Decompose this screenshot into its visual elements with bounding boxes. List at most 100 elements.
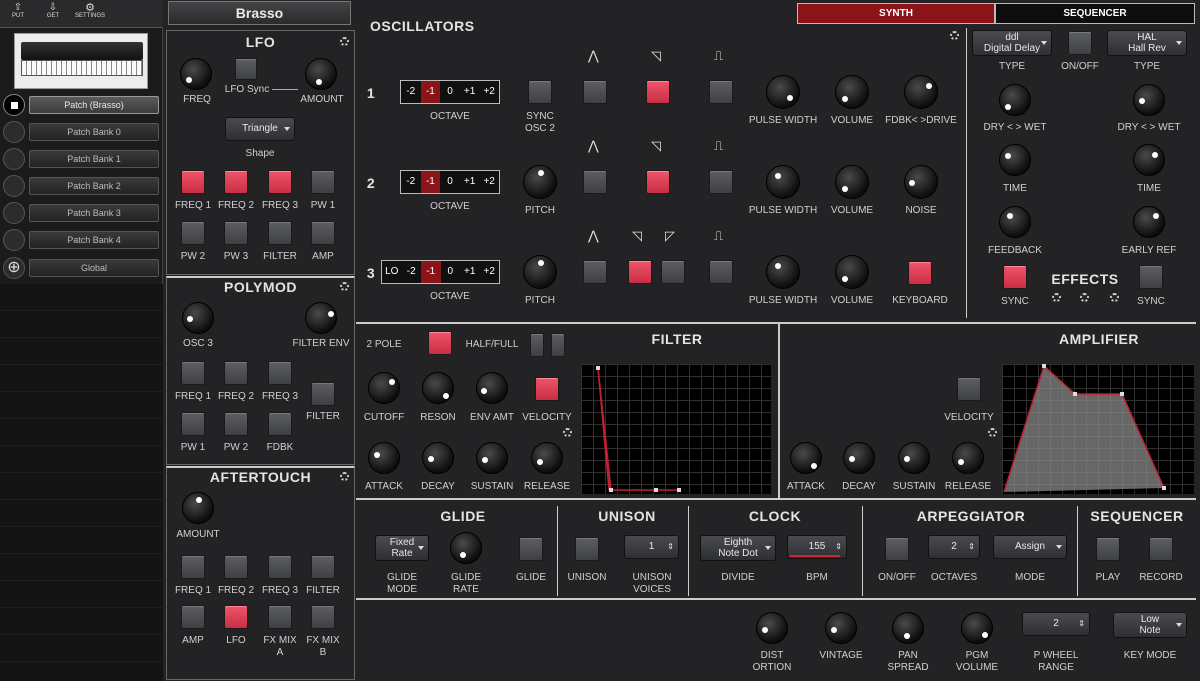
- osc2-triangle-button[interactable]: [583, 170, 607, 194]
- polymod-osc3-knob[interactable]: [182, 302, 214, 334]
- polymod-pw1-button[interactable]: [181, 412, 205, 436]
- glide-mode-select[interactable]: Fixed Rate: [375, 535, 429, 561]
- octave-option[interactable]: -1: [420, 171, 441, 193]
- fx-b-earlyref-knob[interactable]: [1133, 206, 1165, 238]
- seq-record-button[interactable]: [1149, 537, 1173, 561]
- amp-release-knob[interactable]: [952, 442, 984, 474]
- put-button[interactable]: ⇧ PUT: [8, 3, 28, 20]
- sidebar-item-bank1[interactable]: Patch Bank 1: [0, 146, 163, 172]
- octave-option[interactable]: +1: [460, 261, 480, 283]
- filter-half-button[interactable]: [530, 333, 544, 357]
- lfo-pw2-button[interactable]: [181, 221, 205, 245]
- filter-release-knob[interactable]: [531, 442, 563, 474]
- clock-divide-select[interactable]: Eighth Note Dot: [700, 535, 776, 561]
- pgm-volume-knob[interactable]: [961, 612, 993, 644]
- gear-icon[interactable]: [1080, 293, 1089, 302]
- lfo-pw1-button[interactable]: [311, 170, 335, 194]
- fx-b-time-knob[interactable]: [1133, 144, 1165, 176]
- pwheel-range-stepper[interactable]: 2 ⇕: [1022, 612, 1090, 636]
- lfo-amp-button[interactable]: [311, 221, 335, 245]
- pan-spread-knob[interactable]: [892, 612, 924, 644]
- polymod-fdbk-button[interactable]: [268, 412, 292, 436]
- gear-icon[interactable]: [563, 428, 572, 437]
- arp-onoff-button[interactable]: [885, 537, 909, 561]
- clock-bpm-field[interactable]: 155 ⇕: [787, 535, 847, 559]
- octave-option[interactable]: +1: [460, 171, 480, 193]
- octave-option[interactable]: 0: [440, 171, 460, 193]
- aftertouch-freq2-button[interactable]: [224, 555, 248, 579]
- fx-onoff-button[interactable]: [1068, 31, 1092, 55]
- sidebar-item-patch[interactable]: Patch (Brasso): [0, 92, 163, 118]
- lfo-shape-select[interactable]: Triangle: [225, 117, 295, 141]
- osc2-noise-knob[interactable]: [904, 165, 938, 199]
- osc3-pulse-button[interactable]: [709, 260, 733, 284]
- aftertouch-freq1-button[interactable]: [181, 555, 205, 579]
- amp-attack-knob[interactable]: [790, 442, 822, 474]
- lfo-sync-button[interactable]: [235, 58, 257, 80]
- gear-icon[interactable]: [340, 282, 349, 291]
- osc3-pitch-knob[interactable]: [523, 255, 557, 289]
- octave-option[interactable]: 0: [441, 261, 461, 283]
- octave-option[interactable]: +2: [479, 171, 499, 193]
- fx-a-drywet-knob[interactable]: [999, 84, 1031, 116]
- vintage-knob[interactable]: [825, 612, 857, 644]
- filter-sustain-knob[interactable]: [476, 442, 508, 474]
- fx-a-type-select[interactable]: ddl Digital Delay: [972, 30, 1052, 56]
- unison-voices-stepper[interactable]: 1 ⇕: [624, 535, 679, 559]
- aftertouch-fxmixa-button[interactable]: [268, 605, 292, 629]
- octave-option[interactable]: -2: [402, 261, 422, 283]
- osc1-pulse-button[interactable]: [709, 80, 733, 104]
- sidebar-item-bank2[interactable]: Patch Bank 2: [0, 173, 163, 199]
- gear-icon[interactable]: [1052, 293, 1061, 302]
- octave-option[interactable]: -2: [401, 171, 421, 193]
- octave-option[interactable]: LO: [382, 261, 402, 283]
- octave-option[interactable]: +2: [480, 261, 500, 283]
- aftertouch-amount-knob[interactable]: [182, 492, 214, 524]
- lfo-freq1-button[interactable]: [181, 170, 205, 194]
- lfo-amount-knob[interactable]: [305, 58, 337, 90]
- aftertouch-lfo-button[interactable]: [224, 605, 248, 629]
- amp-velocity-button[interactable]: [957, 377, 981, 401]
- osc3-saw-button[interactable]: [628, 260, 652, 284]
- get-button[interactable]: ⇩ GET: [42, 3, 64, 20]
- aftertouch-freq3-button[interactable]: [268, 555, 292, 579]
- arp-mode-select[interactable]: Assign: [993, 535, 1067, 559]
- aftertouch-amp-button[interactable]: [181, 605, 205, 629]
- osc3-reverse-saw-button[interactable]: [661, 260, 685, 284]
- fx-b-type-select[interactable]: HAL Hall Rev: [1107, 30, 1187, 56]
- amp-decay-knob[interactable]: [843, 442, 875, 474]
- octave-option[interactable]: +1: [460, 81, 480, 103]
- osc3-keyboard-button[interactable]: [908, 261, 932, 285]
- fx-b-sync-button[interactable]: [1139, 265, 1163, 289]
- polymod-freq2-button[interactable]: [224, 361, 248, 385]
- filter-2pole-button[interactable]: [428, 331, 452, 355]
- osc1-pulsewidth-knob[interactable]: [766, 75, 800, 109]
- tab-synth[interactable]: SYNTH: [797, 3, 995, 24]
- amp-envelope-graph[interactable]: [1002, 364, 1194, 494]
- filter-velocity-button[interactable]: [535, 377, 559, 401]
- polymod-filterenv-knob[interactable]: [305, 302, 337, 334]
- gear-icon[interactable]: [1110, 293, 1119, 302]
- arp-octaves-stepper[interactable]: 2 ⇕: [928, 535, 980, 559]
- fx-a-feedback-knob[interactable]: [999, 206, 1031, 238]
- aftertouch-filter-button[interactable]: [311, 555, 335, 579]
- filter-envelope-graph[interactable]: [581, 364, 771, 494]
- osc1-saw-button[interactable]: [646, 80, 670, 104]
- octave-option[interactable]: +2: [479, 81, 499, 103]
- aftertouch-fxmixb-button[interactable]: [311, 605, 335, 629]
- osc1-octave-selector[interactable]: -2 -1 0 +1 +2: [400, 80, 500, 104]
- gear-icon[interactable]: [950, 31, 959, 40]
- sidebar-item-bank4[interactable]: Patch Bank 4: [0, 227, 163, 253]
- filter-attack-knob[interactable]: [368, 442, 400, 474]
- osc1-fdbkdrive-knob[interactable]: [904, 75, 938, 109]
- gear-icon[interactable]: [340, 37, 349, 46]
- key-mode-select[interactable]: Low Note: [1113, 612, 1187, 638]
- osc2-pulsewidth-knob[interactable]: [766, 165, 800, 199]
- polymod-freq1-button[interactable]: [181, 361, 205, 385]
- filter-envamt-knob[interactable]: [476, 372, 508, 404]
- osc1-volume-knob[interactable]: [835, 75, 869, 109]
- octave-option[interactable]: -1: [420, 81, 441, 103]
- lfo-filter-button[interactable]: [268, 221, 292, 245]
- filter-cutoff-knob[interactable]: [368, 372, 400, 404]
- seq-play-button[interactable]: [1096, 537, 1120, 561]
